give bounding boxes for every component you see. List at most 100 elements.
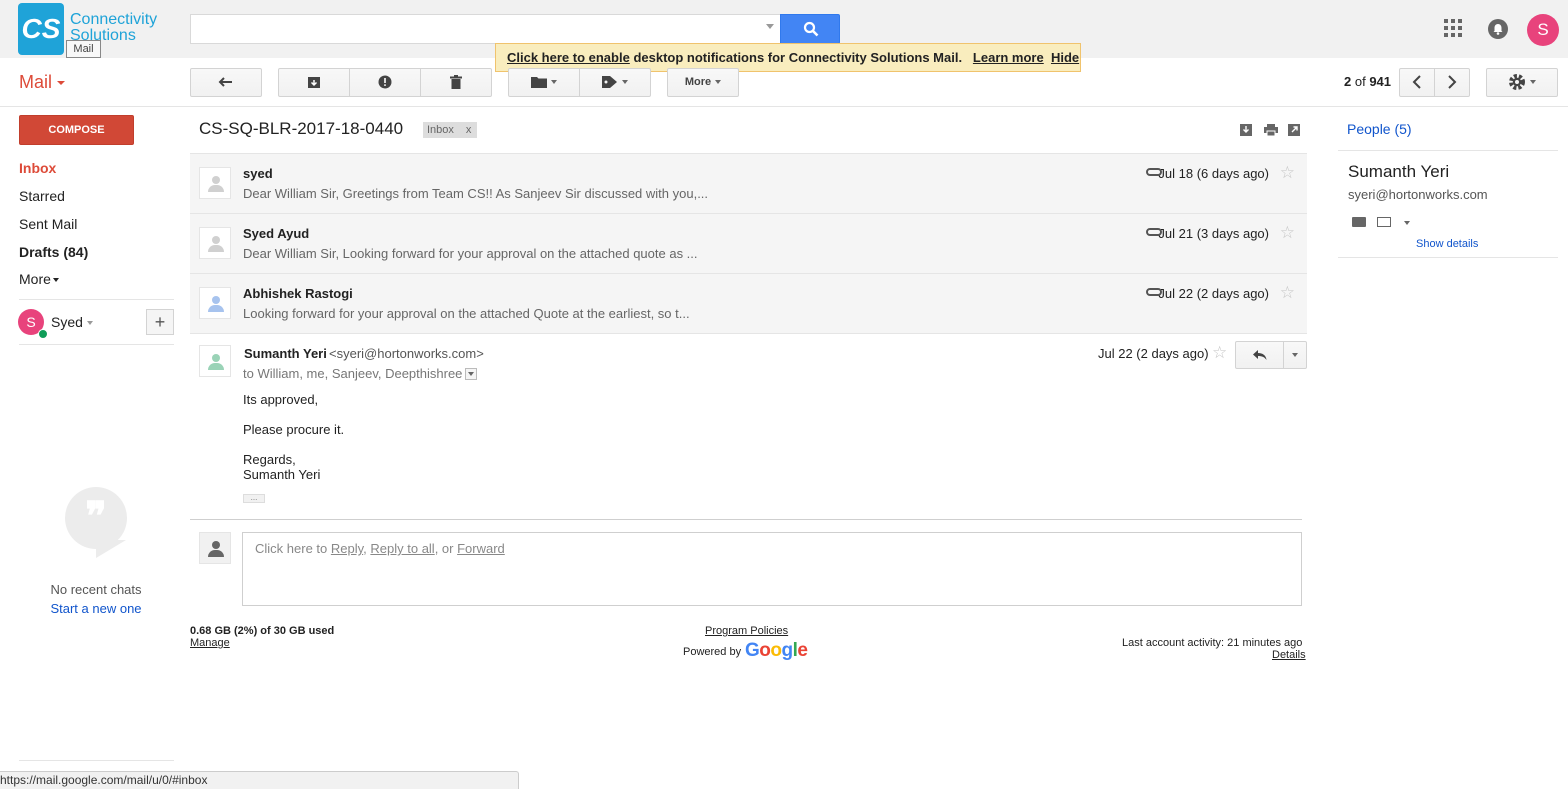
nav-item-sent[interactable]: Sent Mail	[19, 216, 77, 232]
google-letter: e	[797, 640, 808, 661]
settings-button[interactable]	[1486, 68, 1558, 97]
reply-icon	[1253, 350, 1267, 360]
back-to-inbox-button[interactable]	[190, 68, 262, 97]
inbox-label-chip: Inbox x	[423, 122, 478, 138]
download-icon	[1240, 124, 1252, 136]
reply-button[interactable]	[1235, 341, 1284, 369]
reply-sep: , or	[434, 541, 458, 556]
mail-tooltip: Mail	[66, 40, 101, 58]
collapsed-message[interactable]: Syed Ayud Dear William Sir, Looking forw…	[190, 213, 1307, 273]
google-letter: g	[781, 640, 794, 661]
hangouts-user[interactable]: Syed	[51, 314, 93, 330]
archive-button[interactable]	[278, 68, 350, 97]
delete-button[interactable]	[420, 68, 492, 97]
message-date: Jul 22 (2 days ago)	[1158, 286, 1269, 301]
more-actions-button[interactable]: More	[667, 68, 739, 97]
reply-all-link[interactable]: Reply to all	[370, 541, 434, 556]
mail-app-switcher[interactable]: Mail	[19, 72, 65, 93]
show-details-link[interactable]: Show details	[1416, 238, 1478, 250]
google-logo: Google	[745, 640, 808, 662]
start-new-chat-link[interactable]: Start a new one	[20, 601, 172, 616]
print-all-button[interactable]	[1264, 124, 1278, 139]
open-message-date: Jul 22 (2 days ago)	[1098, 346, 1209, 361]
activity-details-link[interactable]: Details	[1272, 649, 1306, 661]
contact-name: Sumanth Yeri	[1348, 162, 1450, 181]
nav-item-starred[interactable]: Starred	[19, 188, 65, 204]
message-snippet: Dear William Sir, Greetings from Team CS…	[243, 186, 709, 201]
new-window-button[interactable]	[1288, 124, 1300, 139]
calendar-icon[interactable]	[1352, 217, 1366, 227]
new-conversation-button[interactable]: +	[146, 309, 174, 335]
newer-button[interactable]	[1399, 68, 1435, 97]
message-more-options-button[interactable]	[1283, 341, 1307, 369]
chevron-right-icon	[1448, 75, 1457, 89]
email-icon[interactable]	[1377, 217, 1391, 227]
enable-notifications-link[interactable]: Click here to enable	[507, 50, 630, 65]
divider	[0, 106, 1568, 107]
search-options-chevron-icon[interactable]	[766, 24, 774, 29]
folder-icon	[531, 77, 547, 89]
collapsed-message[interactable]: Abhishek Rastogi Looking forward for you…	[190, 273, 1307, 333]
powered-by-text: Powered by	[683, 646, 742, 658]
star-icon[interactable]: ☆	[1212, 343, 1227, 363]
star-icon[interactable]: ☆	[1280, 163, 1295, 183]
label-tag-icon	[602, 76, 617, 89]
hide-link[interactable]: Hide	[1051, 50, 1079, 65]
contact-more-chevron-icon[interactable]	[1404, 221, 1410, 225]
divider	[19, 299, 174, 300]
message-sender: Abhishek Rastogi	[243, 286, 353, 301]
back-arrow-icon	[218, 77, 232, 87]
forward-link[interactable]: Forward	[457, 541, 505, 556]
nav-item-drafts[interactable]: Drafts (84)	[19, 244, 88, 260]
divider	[19, 344, 174, 345]
program-policies-link[interactable]: Program Policies	[705, 625, 788, 637]
labels-chevron-icon	[622, 80, 628, 85]
collapsed-message[interactable]: syed Dear William Sir, Greetings from Te…	[190, 153, 1307, 213]
remove-label-button[interactable]: x	[466, 124, 472, 136]
labels-button[interactable]	[579, 68, 651, 97]
older-button[interactable]	[1434, 68, 1470, 97]
hangouts-user-name: Syed	[51, 314, 83, 330]
notifications-bell-icon[interactable]	[1488, 19, 1508, 39]
message-body-line: Its approved,	[243, 392, 319, 407]
account-avatar[interactable]: S	[1527, 14, 1559, 46]
message-date: Jul 18 (6 days ago)	[1158, 166, 1269, 181]
open-in-new-window-icon	[1288, 124, 1300, 136]
compose-button[interactable]: COMPOSE	[19, 115, 134, 145]
message-date: Jul 21 (3 days ago)	[1158, 226, 1269, 241]
show-trimmed-content-button[interactable]: ...	[243, 494, 265, 503]
print-icon	[1264, 124, 1278, 137]
more-actions-chevron-icon	[715, 80, 722, 85]
pager-total: 941	[1369, 74, 1392, 89]
divider	[19, 760, 174, 761]
people-widget-title[interactable]: People (5)	[1347, 121, 1412, 137]
message-sender: Syed Ayud	[243, 226, 310, 241]
nav-item-inbox[interactable]: Inbox	[19, 160, 56, 176]
star-icon[interactable]: ☆	[1280, 223, 1295, 243]
report-spam-button[interactable]	[349, 68, 421, 97]
nav-item-more[interactable]: More	[19, 271, 59, 287]
open-message-sender[interactable]: Sumanth Yeri	[244, 346, 327, 361]
trash-icon	[450, 75, 462, 90]
reply-box[interactable]: Click here to Reply, Reply to all, or Fo…	[242, 532, 1302, 606]
logo-line-1: Connectivity	[70, 11, 158, 28]
reply-link[interactable]: Reply	[331, 541, 363, 556]
open-message-email: <syeri@hortonworks.com>	[329, 346, 484, 361]
message-snippet: Dear William Sir, Looking forward for yo…	[243, 246, 698, 261]
apps-grid-icon[interactable]	[1444, 19, 1462, 37]
message-sender: syed	[243, 166, 273, 181]
divider	[190, 333, 1307, 334]
divider	[1338, 150, 1558, 151]
search-input[interactable]	[190, 14, 781, 44]
learn-more-link[interactable]: Learn more	[973, 50, 1044, 65]
nav-more-label: More	[19, 271, 51, 287]
show-details-chevron-icon[interactable]	[465, 368, 477, 380]
move-to-button[interactable]	[508, 68, 580, 97]
expand-all-button[interactable]	[1240, 124, 1252, 139]
search-button[interactable]	[780, 14, 840, 44]
spam-icon	[378, 75, 392, 89]
recipients-line: to William, me, Sanjeev, Deepthishree	[243, 366, 463, 381]
manage-storage-link[interactable]: Manage	[190, 637, 230, 649]
star-icon[interactable]: ☆	[1280, 283, 1295, 303]
gear-icon	[1509, 74, 1525, 91]
